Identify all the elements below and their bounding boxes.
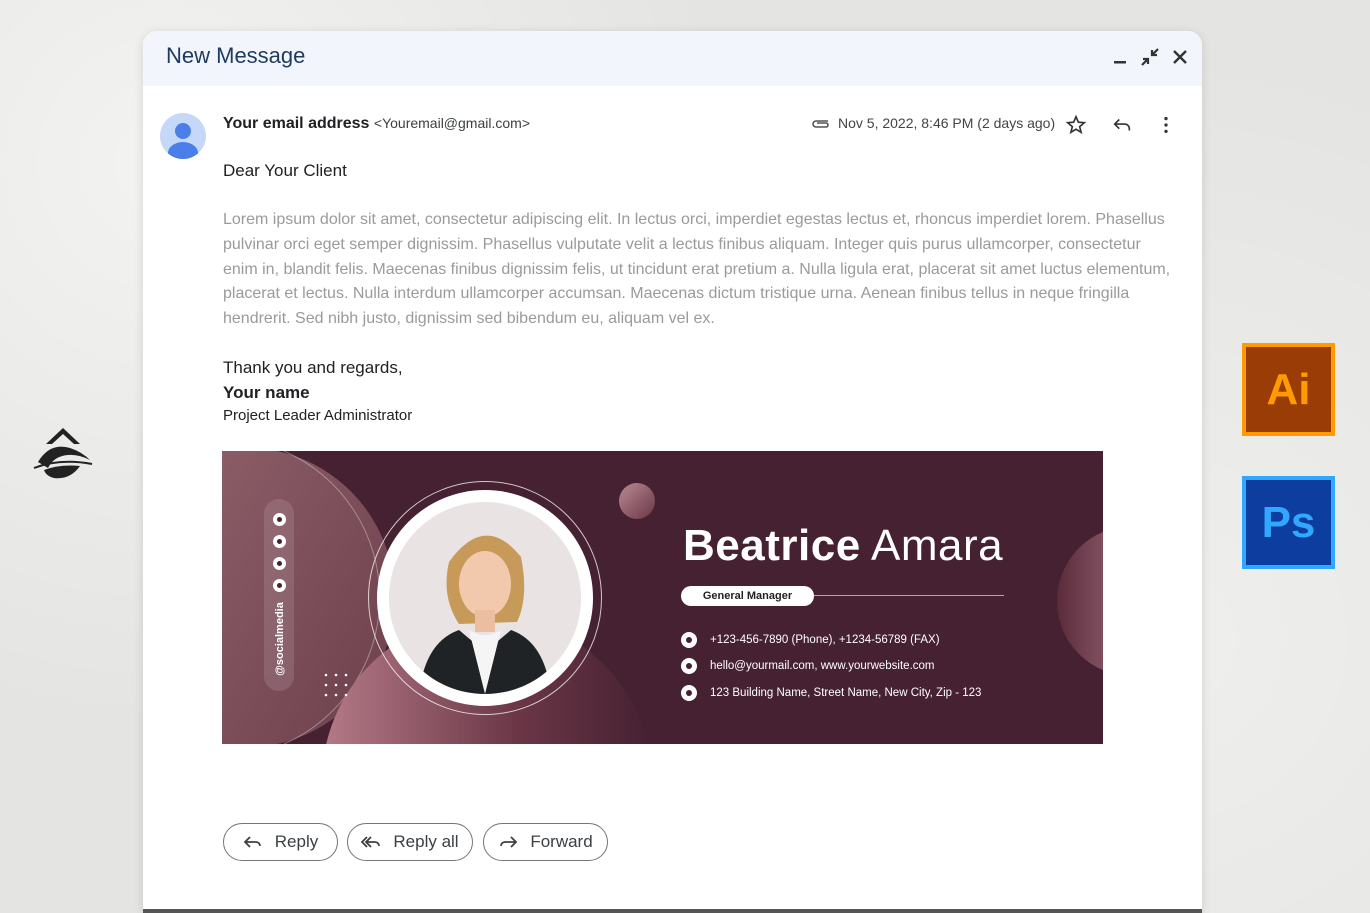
email-meta: Nov 5, 2022, 8:46 PM (2 days ago) bbox=[810, 115, 1055, 131]
email-signature-banner: @socialmedia Beatrice Amara General Mana… bbox=[222, 451, 1103, 744]
instagram-icon[interactable] bbox=[273, 579, 286, 592]
minimize-icon[interactable] bbox=[1108, 45, 1132, 69]
linkedin-icon[interactable] bbox=[273, 513, 286, 526]
profile-photo bbox=[389, 502, 581, 694]
photoshop-icon: Ps bbox=[1242, 476, 1335, 569]
reply-button[interactable]: Reply bbox=[223, 823, 338, 861]
banner-name: Beatrice Amara bbox=[683, 521, 1003, 571]
role-badge: General Manager bbox=[681, 586, 814, 606]
email-date: Nov 5, 2022, 8:46 PM (2 days ago) bbox=[838, 115, 1056, 131]
illustrator-icon: Ai bbox=[1242, 343, 1335, 436]
banner-first-name: Beatrice bbox=[683, 521, 861, 570]
email-closing: Thank you and regards, bbox=[223, 358, 403, 377]
signature-title: Project Leader Administrator bbox=[223, 407, 413, 424]
star-icon[interactable] bbox=[1065, 114, 1087, 136]
window-titlebar: New Message bbox=[143, 31, 1202, 86]
sender-name: Your email address bbox=[223, 115, 370, 132]
forward-button[interactable]: Forward bbox=[483, 823, 608, 861]
compose-window: New Message Your email address <Youremai… bbox=[143, 31, 1202, 913]
sender-avatar bbox=[160, 113, 206, 159]
sender-address: <Youremail@gmail.com> bbox=[373, 115, 530, 131]
window-title: New Message bbox=[166, 43, 306, 68]
brand-logo-icon bbox=[33, 428, 93, 479]
forward-arrow-icon bbox=[500, 836, 518, 848]
reply-arrow-icon bbox=[243, 836, 261, 848]
contact-phone: +123-456-7890 (Phone), +1234-56789 (FAX) bbox=[681, 632, 940, 648]
more-options-icon[interactable] bbox=[1155, 114, 1177, 136]
sender-line: Your email address <Youremail@gmail.com> bbox=[223, 115, 530, 133]
email-body: Lorem ipsum dolor sit amet, consectetur … bbox=[223, 211, 1171, 328]
social-handle: @socialmedia bbox=[274, 602, 286, 676]
twitter-icon[interactable] bbox=[273, 535, 286, 548]
contact-email: hello@yourmail.com, www.yourwebsite.com bbox=[681, 658, 935, 674]
role-divider bbox=[814, 595, 1004, 596]
contact-address: 123 Building Name, Street Name, New City… bbox=[681, 685, 981, 701]
phone-icon bbox=[681, 632, 697, 648]
window-bottom-edge bbox=[143, 909, 1202, 913]
location-pin-icon bbox=[681, 685, 697, 701]
reply-all-icon bbox=[361, 836, 381, 848]
attachment-icon bbox=[812, 120, 829, 128]
collapse-icon[interactable] bbox=[1138, 45, 1162, 69]
facebook-icon[interactable] bbox=[273, 557, 286, 570]
email-greeting: Dear Your Client bbox=[223, 161, 347, 180]
close-icon[interactable] bbox=[1168, 45, 1192, 69]
reply-all-button[interactable]: Reply all bbox=[347, 823, 473, 861]
reply-icon[interactable] bbox=[1111, 114, 1133, 136]
banner-last-name: Amara bbox=[870, 521, 1004, 570]
mail-icon bbox=[681, 658, 697, 674]
signature-name: Your name bbox=[223, 383, 310, 402]
